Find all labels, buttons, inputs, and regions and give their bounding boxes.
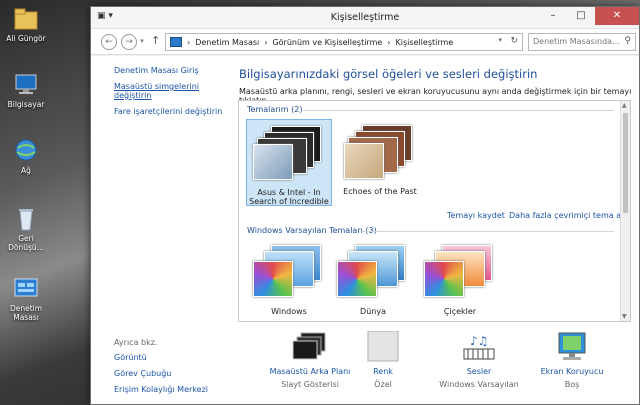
title-bar[interactable]: ▣ ▾ Kişiselleştirme – □ ✕ [91, 7, 639, 29]
address-dropdown-icon[interactable]: ▾ [498, 36, 502, 44]
scrollbar-thumb[interactable] [623, 113, 628, 213]
scroll-down-icon[interactable]: ▼ [622, 313, 627, 320]
save-theme-link[interactable]: Temayı kaydet [447, 211, 505, 220]
breadcrumb-separator: › [264, 37, 268, 47]
desktop-icon-label: Denetim Masası [9, 304, 43, 322]
desktop-background-icon [292, 332, 326, 360]
forward-button[interactable]: → [121, 34, 137, 50]
sidebar-item-mouse-pointers[interactable]: Fare işaretçilerini değiştirin [114, 107, 235, 116]
desktop-icon-label: Ali Güngör [6, 34, 46, 43]
desktop-icon-user[interactable]: Ali Güngör [2, 6, 50, 43]
breadcrumb-item[interactable]: Kişiselleştirme [396, 38, 454, 47]
desktop-icon-control-panel[interactable]: Denetim Masası [2, 276, 50, 322]
search-icon[interactable]: ⚲ [624, 36, 631, 46]
theme-thumbnail [253, 245, 325, 303]
personalization-settings-bar: Masaüstü Arka Planı Slayt Gösterisi Renk… [91, 331, 639, 405]
sounds-label: Sesler [466, 367, 492, 376]
recycle-bin-icon [19, 209, 33, 231]
personalization-window: ▣ ▾ Kişiselleştirme – □ ✕ ← → ▾ ↑ › Dene… [90, 6, 640, 405]
desktop-icon-computer[interactable]: Bilgisayar [2, 72, 50, 109]
sidebar-item-control-panel-home[interactable]: Denetim Masası Giriş [114, 66, 235, 75]
screen-saver-label: Ekran Koruyucu [540, 367, 604, 376]
theme-label: Echoes of the Past [343, 187, 417, 196]
computer-icon [15, 74, 37, 94]
desktop-icon-recycle-bin[interactable]: Geri Dönüşü... [2, 206, 50, 252]
theme-asus-intel[interactable]: Asus & Intel - In Search of Incredible [246, 119, 332, 206]
color-value: Özel [374, 380, 392, 389]
screen-saver-button[interactable]: Ekran Koruyucu Boş [522, 331, 622, 389]
address-bar[interactable]: › Denetim Masası › Görünüm ve Kişiselleş… [165, 33, 523, 51]
screen-saver-icon [558, 332, 586, 360]
window-controls: – □ ✕ [539, 7, 639, 27]
theme-label: Asus & Intel - In Search of Incredible [249, 188, 329, 206]
folder-icon [14, 8, 38, 30]
sounds-value: Windows Varsayılan [439, 380, 519, 389]
search-input[interactable]: Denetim Masasında... ⚲ [528, 33, 636, 51]
color-swatch-icon [367, 331, 399, 362]
search-placeholder: Denetim Masasında... [533, 37, 620, 46]
theme-list: Temalarım (2) Asus & Intel - In Search o… [238, 100, 631, 322]
theme-thumbnail [344, 125, 416, 183]
maximize-button[interactable]: □ [567, 7, 595, 25]
breadcrumb-item[interactable]: Görünüm ve Kişiselleştirme [272, 38, 382, 47]
refresh-icon[interactable]: ↻ [510, 36, 518, 46]
more-themes-link[interactable]: Daha fazla çevrimiçi tema al [509, 211, 623, 220]
svg-text:♪♫: ♪♫ [470, 334, 488, 348]
theme-echoes-of-the-past[interactable]: Echoes of the Past [337, 119, 423, 206]
recent-pages-chevron-icon[interactable]: ▾ [137, 34, 147, 50]
divider [363, 231, 614, 232]
page-title: Bilgisayarınızdaki görsel öğeleri ve ses… [239, 67, 538, 81]
color-button[interactable]: Renk Özel [333, 331, 433, 389]
sidebar-item-desktop-icons[interactable]: Masaüstü simgelerini değiştirin [114, 82, 235, 100]
theme-thumbnail [337, 245, 409, 303]
scroll-up-icon[interactable]: ▲ [622, 102, 627, 109]
default-themes-header[interactable]: Windows Varsayılan Temaları (3) [247, 226, 377, 235]
minimize-button[interactable]: – [539, 7, 567, 25]
breadcrumb-item[interactable]: Denetim Masası [195, 38, 259, 47]
theme-list-scrollbar[interactable]: ▲ ▼ [620, 101, 630, 321]
theme-windows[interactable]: Windows [246, 239, 332, 321]
theme-label: Çiçekler [443, 307, 477, 316]
breadcrumb-separator: › [187, 37, 191, 47]
theme-label: Windows [271, 307, 307, 316]
theme-thumbnail [253, 126, 325, 184]
control-panel-icon [14, 278, 38, 297]
sounds-icon: ♪♫ [463, 334, 495, 360]
theme-label: Dünya [360, 307, 386, 316]
content-area: Denetim Masası Giriş Masaüstü simgelerin… [91, 56, 639, 404]
back-button[interactable]: ← [101, 34, 117, 50]
theme-flowers[interactable]: Çiçekler [417, 239, 503, 321]
up-button[interactable]: ↑ [151, 34, 160, 47]
screen-saver-value: Boş [564, 380, 580, 389]
theme-earth[interactable]: Dünya [330, 239, 416, 321]
control-panel-icon [170, 37, 182, 47]
breadcrumb-separator: › [387, 37, 391, 47]
network-globe-icon [15, 139, 37, 161]
desktop-icon-label: Bilgisayar [7, 100, 45, 109]
navigation-bar: ← → ▾ ↑ › Denetim Masası › Görünüm ve Ki… [91, 29, 639, 55]
sounds-button[interactable]: ♪♫ Sesler Windows Varsayılan [429, 331, 529, 389]
close-button[interactable]: ✕ [595, 7, 639, 25]
desktop-icon-label: Ağ [21, 166, 31, 175]
theme-thumbnail [424, 245, 496, 303]
desktop-icon-label: Geri Dönüşü... [8, 234, 44, 252]
divider [303, 110, 614, 111]
my-themes-header[interactable]: Temalarım (2) [247, 105, 302, 114]
desktop-icon-network[interactable]: Ağ [2, 138, 50, 175]
color-label: Renk [373, 367, 393, 376]
